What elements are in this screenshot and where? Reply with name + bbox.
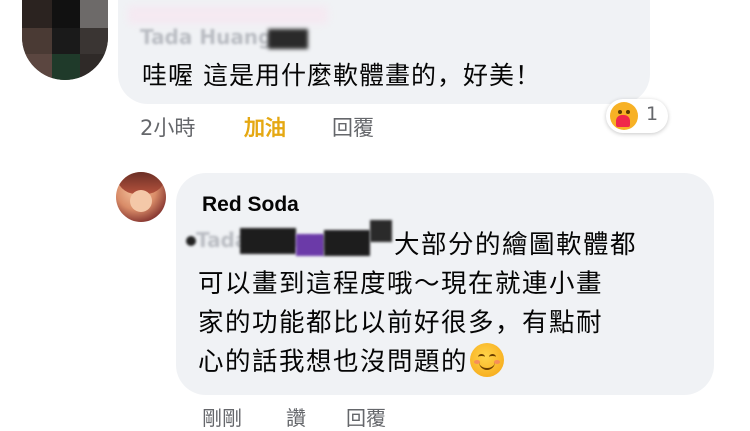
reply-button[interactable]: 回覆 <box>332 112 374 142</box>
reply-text-line: 家的功能都比以前好很多，有點耐 <box>198 308 604 338</box>
author-mention-text: Tada Huang <box>140 25 273 49</box>
blur-overlay <box>128 6 328 24</box>
like-button[interactable]: 讚 <box>286 402 306 431</box>
reaction-count: 1 <box>646 103 659 125</box>
reply-text: 大部分的繪圖軟體都 可以畫到這程度哦～現在就連小畫 家的功能都比以前好很多，有點… <box>198 226 698 382</box>
care-emoji-icon <box>610 102 638 130</box>
reply-text-line: 可以畫到這程度哦～現在就連小畫 <box>198 269 604 299</box>
reply-text-line: 大部分的繪圖軟體都 <box>394 230 638 260</box>
reply-timestamp[interactable]: 剛剛 <box>202 402 242 431</box>
reaction-summary[interactable]: 1 <box>606 99 668 133</box>
redaction-mark <box>186 236 196 246</box>
reply-author-name[interactable]: Red Soda <box>202 193 299 217</box>
comment-text: 哇喔 這是用什麼軟體畫的，好美！ <box>142 61 541 90</box>
smiling-face-icon <box>470 343 505 377</box>
redaction-mark <box>268 29 308 49</box>
reaction-button[interactable]: 加油 <box>244 112 286 142</box>
reply-text-line: 心的話我想也沒問題的 <box>198 343 698 382</box>
blurred-author-name[interactable]: Tada Huang <box>140 25 308 51</box>
replier-avatar[interactable] <box>116 172 166 222</box>
comment-timestamp[interactable]: 2小時 <box>140 112 195 142</box>
commenter-avatar[interactable] <box>22 0 108 80</box>
reply-button[interactable]: 回覆 <box>346 402 386 431</box>
